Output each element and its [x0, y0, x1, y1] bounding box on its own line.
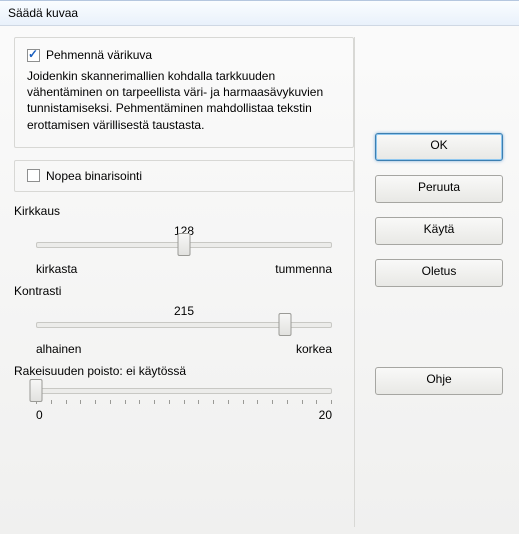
- titlebar: Säädä kuvaa: [0, 1, 519, 26]
- smooth-group: Pehmennä värikuva Joidenkin skannerimall…: [14, 37, 354, 148]
- grain-ticks: [36, 400, 332, 404]
- smooth-checkbox-row[interactable]: Pehmennä värikuva: [27, 48, 341, 62]
- brightness-right-label: tummenna: [275, 262, 332, 276]
- contrast-value: 215: [14, 304, 354, 318]
- contrast-right-label: korkea: [296, 342, 332, 356]
- brightness-left-label: kirkasta: [36, 262, 77, 276]
- brightness-thumb[interactable]: [178, 233, 191, 256]
- contrast-block: Kontrasti 215 alhainen korkea: [14, 284, 354, 356]
- smooth-checkbox-label: Pehmennä värikuva: [46, 48, 152, 62]
- content-area: Pehmennä värikuva Joidenkin skannerimall…: [0, 25, 519, 534]
- contrast-slider[interactable]: [36, 322, 332, 328]
- apply-button[interactable]: Käytä: [375, 217, 503, 245]
- window-title: Säädä kuvaa: [8, 6, 78, 20]
- contrast-thumb[interactable]: [278, 313, 291, 336]
- fastbin-group: Nopea binarisointi: [14, 160, 354, 192]
- button-column: OK Peruuta Käytä Oletus Ohje: [375, 133, 505, 409]
- help-button[interactable]: Ohje: [375, 367, 503, 395]
- grain-block: Rakeisuuden poisto: ei käytössä 0 20: [14, 364, 354, 422]
- grain-title: Rakeisuuden poisto: ei käytössä: [14, 364, 354, 378]
- brightness-title: Kirkkaus: [14, 204, 354, 218]
- grain-left-label: 0: [36, 408, 43, 422]
- left-panel: Pehmennä värikuva Joidenkin skannerimall…: [14, 37, 355, 527]
- cancel-button[interactable]: Peruuta: [375, 175, 503, 203]
- grain-thumb[interactable]: [30, 379, 43, 402]
- grain-right-label: 20: [319, 408, 332, 422]
- fastbin-checkbox[interactable]: [27, 169, 40, 182]
- fastbin-checkbox-label: Nopea binarisointi: [46, 169, 142, 183]
- ok-button[interactable]: OK: [375, 133, 503, 161]
- dialog-window: Säädä kuvaa Pehmennä värikuva Joidenkin …: [0, 0, 519, 534]
- default-button[interactable]: Oletus: [375, 259, 503, 287]
- smooth-checkbox[interactable]: [27, 49, 40, 62]
- grain-slider[interactable]: [36, 388, 332, 394]
- contrast-left-label: alhainen: [36, 342, 81, 356]
- smooth-description: Joidenkin skannerimallien kohdalla tarkk…: [27, 68, 341, 133]
- contrast-title: Kontrasti: [14, 284, 354, 298]
- brightness-slider[interactable]: [36, 242, 332, 248]
- fastbin-checkbox-row[interactable]: Nopea binarisointi: [27, 169, 341, 183]
- brightness-block: Kirkkaus 128 kirkasta tummenna: [14, 204, 354, 276]
